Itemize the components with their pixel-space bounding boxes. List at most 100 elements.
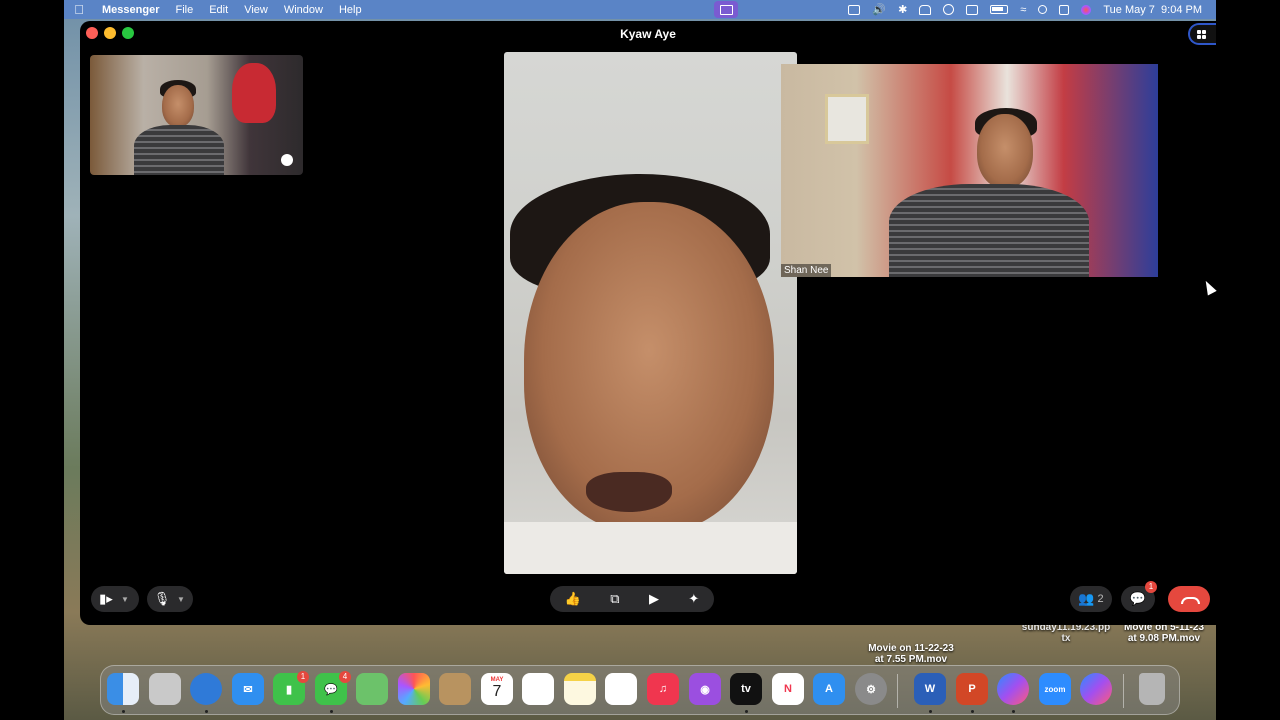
camera-icon[interactable]: ▮▸ <box>91 586 121 612</box>
zoom-label: zoom <box>1044 684 1066 694</box>
chat-button[interactable]: 💬 1 <box>1121 581 1157 612</box>
launchpad-icon[interactable] <box>149 673 181 705</box>
running-indicator <box>205 710 208 713</box>
main-speaker-video-tile[interactable] <box>504 52 797 574</box>
camera-control[interactable]: ▮▸ ▼ <box>91 586 139 612</box>
control-center-icon[interactable] <box>1059 4 1070 15</box>
maps-icon[interactable] <box>356 673 388 705</box>
messenger-icon-2[interactable] <box>1080 673 1112 705</box>
thumbs-up-icon[interactable]: 👍 <box>565 586 581 612</box>
zoom-icon[interactable]: zoom <box>1039 673 1071 705</box>
messenger-icon[interactable] <box>997 673 1029 705</box>
bluetooth-icon[interactable]: ✱ <box>898 3 907 16</box>
switch-camera-icon[interactable]: ⧉ <box>610 586 619 612</box>
person-shirt <box>889 184 1089 277</box>
word-icon[interactable]: W <box>914 673 946 705</box>
file-name-line2: at 9.08 PM.mov <box>1127 633 1201 644</box>
facetime-badge: 1 <box>297 671 309 683</box>
running-indicator <box>745 710 748 713</box>
menu-app-name[interactable]: Messenger <box>94 4 167 16</box>
chevron-down-icon[interactable]: ▼ <box>121 595 129 604</box>
effects-icon[interactable]: ✦ <box>688 586 699 612</box>
participants-icon: 👥 <box>1078 591 1095 606</box>
grid-icon-cell <box>1202 30 1206 34</box>
person-mouth <box>586 472 672 512</box>
microphone-control[interactable]: 🎙 ▼ <box>147 586 193 612</box>
podcasts-icon[interactable]: ◉ <box>689 673 721 705</box>
keyboard-icon[interactable] <box>966 4 979 15</box>
battery-icon[interactable] <box>990 5 1009 14</box>
end-call-button[interactable] <box>1168 586 1210 612</box>
menu-window[interactable]: Window <box>276 4 331 16</box>
wifi-icon[interactable]: ≈ <box>1020 4 1026 16</box>
microphone-icon[interactable]: 🎙 <box>147 586 177 612</box>
contacts-icon[interactable] <box>439 673 471 705</box>
calendar-day: 7 <box>492 683 502 700</box>
person-face <box>162 85 194 127</box>
trash-icon[interactable] <box>1139 673 1165 705</box>
clock-time: 9:04 PM <box>1161 3 1202 16</box>
person-shirt <box>134 125 224 175</box>
share-screen-icon[interactable]: ▶ <box>649 586 659 612</box>
running-indicator <box>971 710 974 713</box>
mail-icon[interactable]: ✉ <box>232 673 264 705</box>
music-icon[interactable]: ♫ <box>647 673 679 705</box>
apple-menu-icon[interactable]:  <box>64 2 94 17</box>
siri-icon[interactable] <box>1081 4 1092 15</box>
menu-view[interactable]: View <box>236 4 276 16</box>
bed-icon[interactable] <box>919 4 932 15</box>
display-icon[interactable] <box>848 4 861 15</box>
participants-button[interactable]: 👥 2 <box>1070 586 1112 612</box>
apple-tv-icon[interactable]: tv <box>730 673 762 705</box>
desktop:  Messenger File Edit View Window Help 🔊… <box>64 0 1216 720</box>
chevron-down-icon[interactable]: ▼ <box>177 595 185 604</box>
clock-date: Tue May 7 <box>1103 3 1155 16</box>
running-indicator <box>330 710 333 713</box>
helmet <box>232 63 276 123</box>
screen-share-icon[interactable] <box>714 1 738 18</box>
freeform-icon[interactable] <box>605 673 637 705</box>
system-settings-icon[interactable]: ⚙ <box>855 673 887 705</box>
finder-icon[interactable] <box>107 673 139 705</box>
grid-layout-button[interactable] <box>1188 23 1216 45</box>
participants-count: 2 <box>1097 593 1104 605</box>
chat-icon: 💬 <box>1129 591 1147 606</box>
grid-icon-cell <box>1197 35 1201 39</box>
running-indicator <box>929 710 932 713</box>
safari-icon[interactable] <box>190 673 222 705</box>
person-face <box>977 114 1033 188</box>
messages-badge: 4 <box>339 671 351 683</box>
tv-label: tv <box>741 683 751 695</box>
spotlight-search-icon[interactable] <box>1038 5 1048 14</box>
desktop-file-movie-5-11-23[interactable]: Movie on 5-11-23 at 9.08 PM.mov <box>1116 622 1212 644</box>
grid-icon <box>1197 30 1201 34</box>
menu-file[interactable]: File <box>167 4 201 16</box>
dock-separator <box>1123 674 1124 708</box>
emoji-reaction-icon[interactable] <box>281 154 293 166</box>
menu-edit[interactable]: Edit <box>201 4 236 16</box>
reminders-icon[interactable] <box>522 673 554 705</box>
volume-icon[interactable]: 🔊 <box>872 3 886 16</box>
participant-video-tile[interactable]: Shan Nee <box>781 64 1158 277</box>
menubar-clock[interactable]: Tue May 7 9:04 PM <box>1103 4 1202 16</box>
menu-help[interactable]: Help <box>331 4 370 16</box>
notes-icon[interactable] <box>564 673 596 705</box>
self-video-tile[interactable] <box>90 55 303 175</box>
play-icon[interactable] <box>943 4 955 15</box>
participant-name-label: Shan Nee <box>781 264 832 277</box>
dock: ✉ ▮ 1 💬 4 MAY 7 ♫ ◉ tv N A ⚙ W P zoom <box>100 665 1180 715</box>
calendar-icon[interactable]: MAY 7 <box>481 673 513 705</box>
menu-bar:  Messenger File Edit View Window Help 🔊… <box>64 0 1216 19</box>
running-indicator <box>122 710 125 713</box>
desktop-file-sunday-pptx[interactable]: sunday11.19.23.pp tx <box>1018 622 1114 644</box>
file-name-line2: at 7.55 PM.mov <box>874 654 948 665</box>
messenger-call-window: Kyaw Aye Shan Nee ▮▸ ▼ 🎙 ▼ 👍 ⧉ ▶ ✦ 👥 2 💬… <box>80 21 1216 625</box>
photos-icon[interactable] <box>398 673 430 705</box>
app-store-icon[interactable]: A <box>813 673 845 705</box>
news-icon[interactable]: N <box>772 673 804 705</box>
wall-mirror <box>825 94 869 144</box>
powerpoint-letter: P <box>968 683 976 695</box>
desktop-file-movie-11-22-23[interactable]: Movie on 11-22-23 at 7.55 PM.mov <box>862 643 960 665</box>
chat-badge: 1 <box>1145 581 1157 593</box>
powerpoint-icon[interactable]: P <box>956 673 988 705</box>
